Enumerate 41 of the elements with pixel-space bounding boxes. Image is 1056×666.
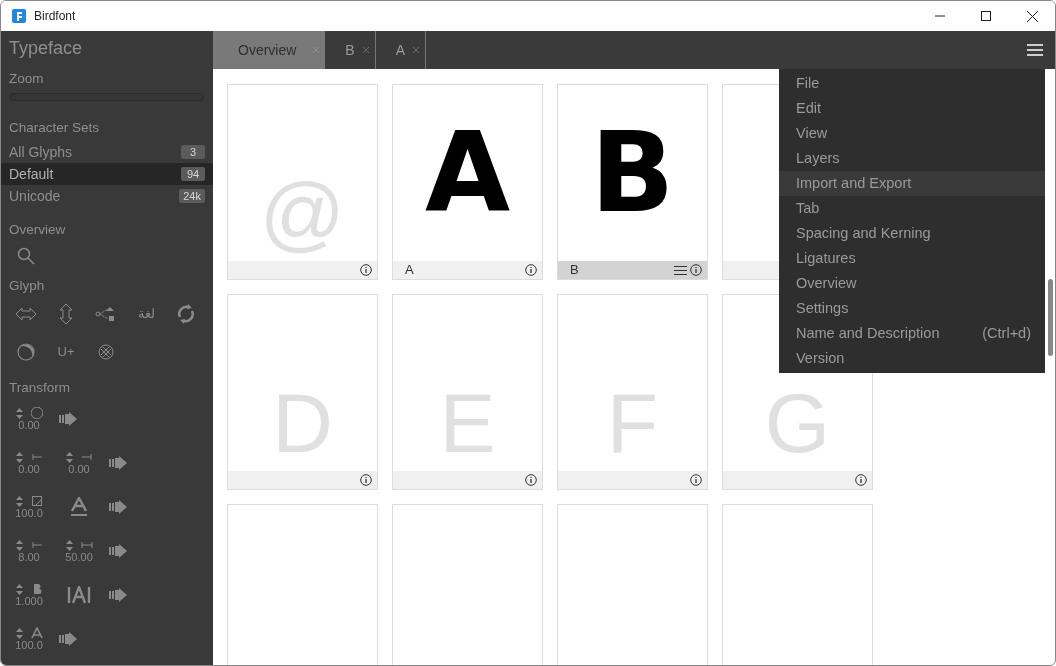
menu-item[interactable]: File xyxy=(779,71,1045,96)
menu-item[interactable]: Overview xyxy=(779,271,1045,296)
menu-item[interactable]: View xyxy=(779,121,1045,146)
menu-item[interactable]: Layers xyxy=(779,146,1045,171)
tool-button[interactable]: لغة xyxy=(137,304,155,324)
section-label: Transform xyxy=(8,379,71,397)
count-badge: 94 xyxy=(181,167,205,181)
window-title: Birdfont xyxy=(34,8,76,25)
count-badge: 3 xyxy=(181,145,205,159)
glyph-cell[interactable]: B B xyxy=(557,84,708,280)
placeholder-glyph: @ xyxy=(259,165,346,261)
character-set-item[interactable]: All Glyphs 3 xyxy=(1,141,213,163)
menu-item[interactable]: Edit xyxy=(779,96,1045,121)
value-field[interactable]: 8.00 xyxy=(18,551,40,563)
section-label: Glyph xyxy=(8,277,46,295)
character-set-item[interactable]: Unicode 24k xyxy=(1,185,213,207)
count-badge: 24k xyxy=(179,189,205,203)
tab[interactable]: Overview xyxy=(213,31,326,69)
shortcut-text: (Ctrl+d) xyxy=(982,323,1031,343)
sidebar-title: Typeface xyxy=(8,37,84,60)
value-field[interactable]: 100.0 xyxy=(15,507,43,519)
menu-item[interactable]: Tab xyxy=(779,196,1045,221)
value-field[interactable]: 0.00 xyxy=(68,463,90,475)
value-field[interactable]: 0.00 xyxy=(18,419,40,431)
value-field[interactable]: 50.00 xyxy=(65,551,93,563)
character-set-item[interactable]: Default 94 xyxy=(1,163,213,185)
menu-item[interactable]: Ligatures xyxy=(779,246,1045,271)
tool-button[interactable]: U+ xyxy=(57,342,75,362)
glyph-label: A xyxy=(405,261,414,280)
glyph-drawing: B xyxy=(590,118,675,228)
glyph-label: B xyxy=(570,261,579,280)
value-field[interactable]: 100.0 xyxy=(15,639,43,651)
menu-item[interactable]: Spacing and Kerning xyxy=(779,221,1045,246)
section-label: Overview xyxy=(8,221,67,239)
menu-item[interactable]: Import and Export xyxy=(779,171,1045,196)
value-field[interactable]: 1.000 xyxy=(15,595,43,607)
section-label: Zoom xyxy=(8,70,45,88)
value-field[interactable]: 0.00 xyxy=(18,463,40,475)
glyph-drawing: A xyxy=(424,118,511,228)
section-label: Character Sets xyxy=(8,119,101,137)
glyph-cell[interactable]: A A xyxy=(392,84,543,280)
